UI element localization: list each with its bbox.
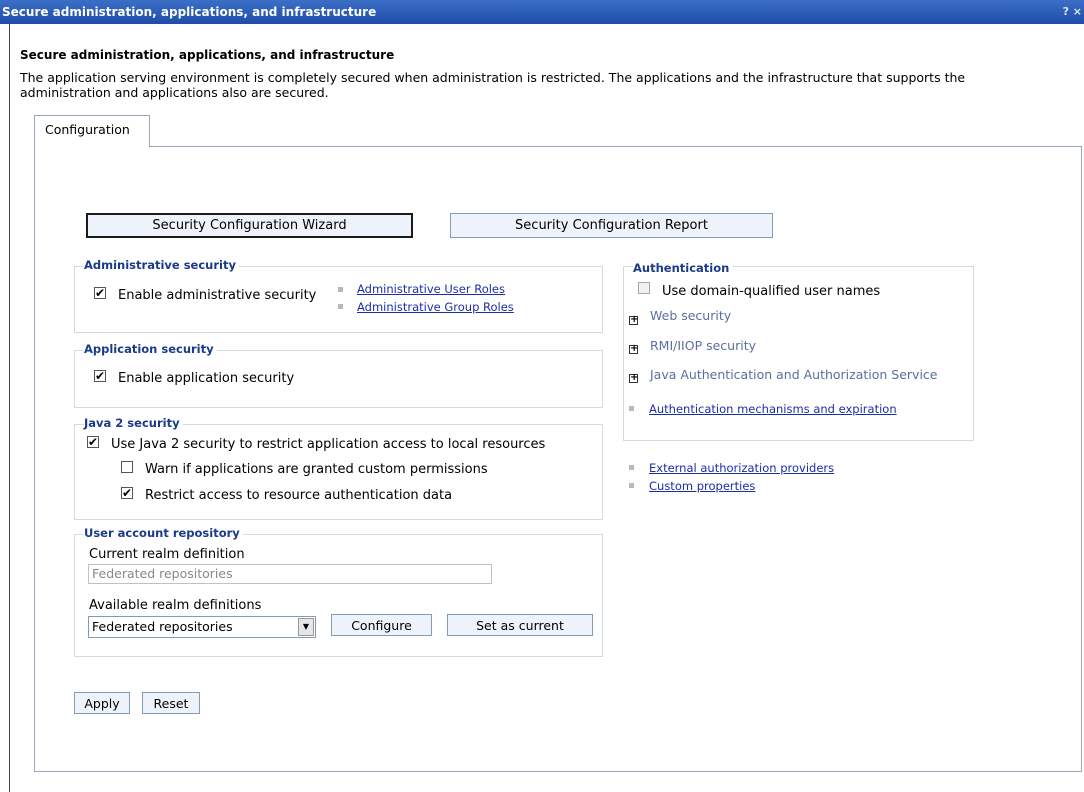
check-icon: ✔	[122, 486, 133, 500]
available-realm-selected: Federated repositories	[92, 619, 233, 634]
java2-security-title: Java 2 security	[84, 416, 183, 430]
frame-border	[9, 24, 10, 792]
warn-custom-permissions-checkbox[interactable]	[121, 461, 133, 473]
domain-qualified-names-label: Use domain-qualified user names	[662, 284, 881, 299]
expand-icon[interactable]: +	[629, 373, 638, 383]
bullet-icon	[629, 465, 634, 470]
current-realm-field: Federated repositories	[88, 564, 492, 584]
rmi-iiop-security-item[interactable]: RMI/IIOP security	[650, 338, 756, 353]
application-security-title: Application security	[84, 342, 217, 356]
use-java2-security-label: Use Java 2 security to restrict applicat…	[111, 437, 546, 452]
window-title: Secure administration, applications, and…	[2, 5, 377, 19]
enable-administrative-security-checkbox[interactable]: ✔	[94, 287, 106, 299]
check-icon: ✔	[88, 435, 99, 449]
web-security-item[interactable]: Web security	[650, 308, 731, 323]
expand-icon[interactable]: +	[629, 315, 638, 325]
apply-button[interactable]: Apply	[74, 692, 130, 714]
security-configuration-report-button[interactable]: Security Configuration Report	[450, 213, 773, 238]
use-java2-security-checkbox[interactable]: ✔	[87, 436, 99, 448]
available-realm-label: Available realm definitions	[89, 598, 262, 613]
user-account-repository-title: User account repository	[84, 526, 243, 540]
enable-application-security-label: Enable application security	[118, 371, 295, 386]
bullet-icon	[338, 287, 343, 292]
custom-properties-link[interactable]: Custom properties	[649, 479, 755, 493]
warn-custom-permissions-label: Warn if applications are granted custom …	[145, 462, 488, 477]
check-icon: ✔	[95, 286, 106, 300]
chevron-down-icon[interactable]: ▼	[298, 618, 314, 636]
page-title: Secure administration, applications, and…	[20, 48, 395, 62]
administrative-user-roles-link[interactable]: Administrative User Roles	[357, 282, 505, 296]
enable-administrative-security-label: Enable administrative security	[118, 288, 317, 303]
bullet-icon	[629, 406, 634, 411]
set-as-current-button[interactable]: Set as current	[447, 614, 593, 636]
page-description: The application serving environment is c…	[20, 70, 966, 100]
expand-icon[interactable]: +	[629, 344, 638, 354]
domain-qualified-names-checkbox[interactable]	[638, 282, 650, 294]
bullet-icon	[338, 304, 343, 309]
security-configuration-wizard-button[interactable]: Security Configuration Wizard	[86, 213, 413, 238]
reset-button[interactable]: Reset	[142, 692, 200, 714]
window-titlebar: Secure administration, applications, and…	[0, 0, 1084, 24]
restrict-access-label: Restrict access to resource authenticati…	[145, 488, 453, 503]
window-controls[interactable]: ? ×	[1063, 0, 1082, 24]
tab-configuration[interactable]: Configuration	[34, 115, 150, 147]
configure-button[interactable]: Configure	[331, 614, 432, 636]
authentication-title: Authentication	[633, 261, 733, 275]
administrative-security-title: Administrative security	[84, 258, 239, 272]
bullet-icon	[629, 483, 634, 488]
check-icon: ✔	[95, 369, 106, 383]
external-authorization-providers-link[interactable]: External authorization providers	[649, 461, 834, 475]
administrative-group-roles-link[interactable]: Administrative Group Roles	[357, 300, 514, 314]
authentication-mechanisms-link[interactable]: Authentication mechanisms and expiration	[649, 402, 897, 416]
current-realm-label: Current realm definition	[89, 547, 245, 562]
jaas-item[interactable]: Java Authentication and Authorization Se…	[650, 367, 938, 382]
enable-application-security-checkbox[interactable]: ✔	[94, 370, 106, 382]
available-realm-select[interactable]: Federated repositories ▼	[88, 616, 316, 638]
restrict-access-checkbox[interactable]: ✔	[121, 487, 133, 499]
